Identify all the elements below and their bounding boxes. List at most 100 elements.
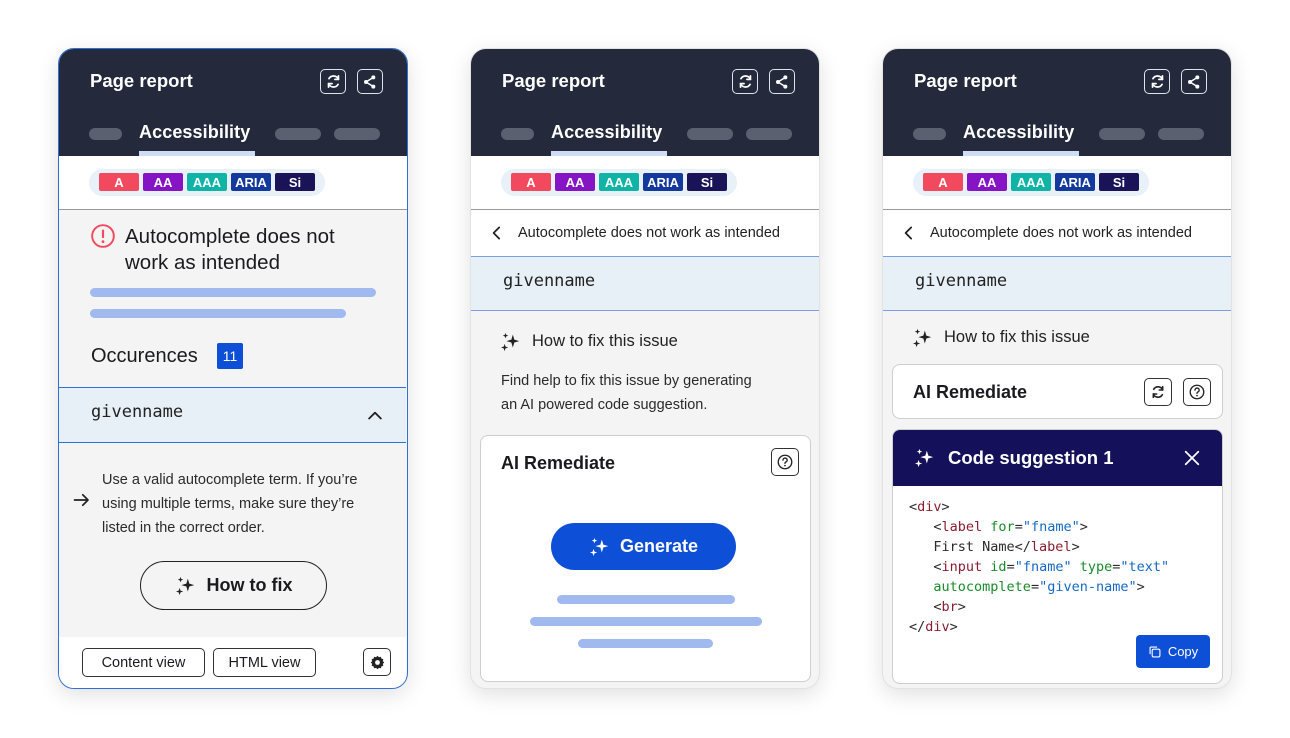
code-line: <input id="fname" type="text" <box>909 557 1169 577</box>
close-icon[interactable] <box>1183 449 1201 467</box>
settings-button[interactable] <box>363 648 391 676</box>
conformance-levels-bar: A AA AAA ARIA Si <box>59 156 407 210</box>
level-badge-aria[interactable]: ARIA <box>1055 173 1095 191</box>
conformance-levels-bar: A AA AAA ARIA Si <box>471 156 819 210</box>
code-token: > <box>1079 519 1088 535</box>
back-navigation[interactable]: Autocomplete does not work as intended <box>883 210 1231 257</box>
tab-placeholder[interactable] <box>687 128 733 140</box>
level-badge-a[interactable]: A <box>99 173 139 191</box>
code-token: = <box>1030 579 1040 595</box>
page-title: Page report <box>90 70 193 91</box>
sparkle-icon <box>175 575 197 597</box>
tab-placeholder[interactable] <box>913 128 946 140</box>
arrow-right-icon <box>73 493 89 507</box>
tab-placeholder[interactable] <box>89 128 122 140</box>
tab-accessibility[interactable]: Accessibility <box>551 122 662 143</box>
page-report-panel-issue-detail: Page report Accessibility A AA AAA ARIA … <box>58 48 408 689</box>
code-line: <label for="fname"> <box>909 517 1169 537</box>
level-badge-aria[interactable]: ARIA <box>643 173 683 191</box>
tab-placeholder[interactable] <box>746 128 792 140</box>
level-filter-group: A AA AAA ARIA Si <box>501 169 737 196</box>
panel-header: Page report Accessibility <box>59 49 407 156</box>
share-icon <box>774 74 790 90</box>
tab-bar: Accessibility <box>883 122 1231 156</box>
skeleton-line <box>90 288 376 297</box>
chevron-left-icon[interactable] <box>901 225 915 241</box>
help-button[interactable] <box>771 448 799 476</box>
regenerate-button[interactable] <box>1144 378 1172 406</box>
code-suggestion-header: Code suggestion 1 <box>893 430 1222 486</box>
occurrence-accordion-header[interactable]: givenname <box>59 387 406 443</box>
copy-button[interactable]: Copy <box>1136 635 1210 668</box>
code-suggestion-card: Code suggestion 1 <div> <label for="fnam… <box>892 429 1223 684</box>
code-token: "given-name" <box>1039 579 1137 595</box>
chevron-up-icon[interactable] <box>365 406 385 426</box>
code-token: "fname" <box>1014 559 1072 575</box>
panel-header: Page report Accessibility <box>883 49 1231 156</box>
code-line: First Name</label> <box>909 537 1169 557</box>
help-button[interactable] <box>1183 378 1211 406</box>
level-badge-aa[interactable]: AA <box>143 173 183 191</box>
help-icon <box>776 453 794 471</box>
level-filter-group: A AA AAA ARIA Si <box>913 169 1149 196</box>
ai-remediate-title: AI Remediate <box>501 453 616 473</box>
gear-icon <box>369 654 386 671</box>
issue-title: Autocomplete does not work as intended <box>125 225 335 274</box>
code-line: <br> <box>909 597 1169 617</box>
element-row: givenname <box>471 256 819 311</box>
level-badge-a[interactable]: A <box>923 173 963 191</box>
code-token: = <box>1014 519 1023 535</box>
tab-placeholder[interactable] <box>501 128 534 140</box>
generate-button[interactable]: Generate <box>551 523 736 570</box>
level-badge-aaa[interactable]: AAA <box>187 173 227 191</box>
code-token: > <box>1136 579 1145 595</box>
tab-placeholder[interactable] <box>1158 128 1204 140</box>
panel-footer: Content view HTML view <box>59 637 406 688</box>
ai-remediate-card: AI Remediate Generate <box>480 435 811 682</box>
tab-accessibility[interactable]: Accessibility <box>139 122 250 143</box>
code-token: br <box>941 599 958 615</box>
refresh-icon <box>737 73 754 90</box>
tab-placeholder[interactable] <box>334 128 380 140</box>
tab-placeholder[interactable] <box>1099 128 1145 140</box>
code-line: </div> <box>909 617 1169 637</box>
refresh-icon <box>1150 384 1166 400</box>
level-badge-aa[interactable]: AA <box>555 173 595 191</box>
level-badge-aa[interactable]: AA <box>967 173 1007 191</box>
fix-guidance-text: Use a valid autocomplete term. If you’re… <box>102 472 358 536</box>
code-token: "fname" <box>1022 519 1080 535</box>
code-token: > <box>1071 539 1080 555</box>
level-badge-aaa[interactable]: AAA <box>1011 173 1051 191</box>
level-badge-si[interactable]: Si <box>687 173 727 191</box>
html-view-button[interactable]: HTML view <box>213 648 316 677</box>
level-badge-a[interactable]: A <box>511 173 551 191</box>
level-badge-aria[interactable]: ARIA <box>231 173 271 191</box>
tab-placeholder[interactable] <box>275 128 321 140</box>
code-token: id <box>990 559 1007 575</box>
how-to-fix-button[interactable]: How to fix <box>140 561 327 610</box>
code-token: > <box>941 499 950 515</box>
page-title: Page report <box>502 70 605 91</box>
refresh-button[interactable] <box>1144 69 1170 94</box>
content-view-button[interactable]: Content view <box>82 648 205 677</box>
sparkle-icon <box>500 331 522 353</box>
share-button[interactable] <box>769 69 795 94</box>
level-badge-aaa[interactable]: AAA <box>599 173 639 191</box>
back-navigation[interactable]: Autocomplete does not work as intended <box>471 210 819 257</box>
back-label[interactable]: Autocomplete does not work as intended <box>930 225 1192 241</box>
refresh-button[interactable] <box>732 69 758 94</box>
how-to-fix-heading: How to fix this issue <box>944 328 1090 346</box>
chevron-left-icon[interactable] <box>489 225 503 241</box>
level-badge-si[interactable]: Si <box>1099 173 1139 191</box>
refresh-button[interactable] <box>320 69 346 94</box>
share-button[interactable] <box>1181 69 1207 94</box>
sparkle-icon <box>589 536 611 558</box>
code-token: </ <box>909 619 926 635</box>
tab-accessibility[interactable]: Accessibility <box>963 122 1074 143</box>
level-badge-si[interactable]: Si <box>275 173 315 191</box>
back-label[interactable]: Autocomplete does not work as intended <box>518 225 780 241</box>
tab-bar: Accessibility <box>471 122 819 156</box>
share-button[interactable] <box>357 69 383 94</box>
